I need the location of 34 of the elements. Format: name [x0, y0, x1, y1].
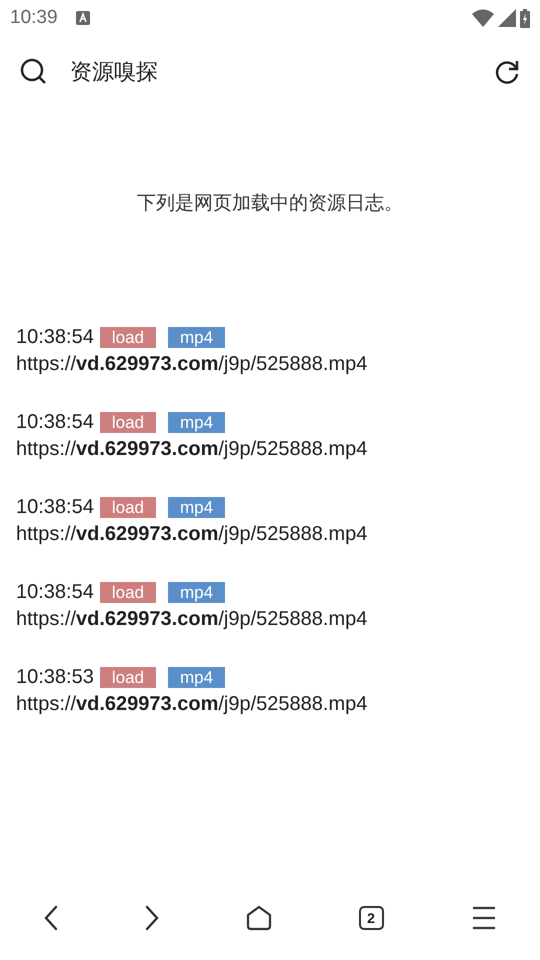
forward-button[interactable]	[144, 905, 158, 931]
battery-icon	[520, 8, 530, 28]
resource-url: https://vd.629973.com/j9p/525888.mp4	[16, 438, 368, 461]
entry-time: 10:38:54	[16, 496, 94, 519]
resource-url: https://vd.629973.com/j9p/525888.mp4	[16, 523, 368, 546]
type-tag: load	[100, 497, 156, 518]
entry-time: 10:38:54	[16, 411, 94, 434]
menu-button[interactable]	[470, 906, 496, 930]
type-tag: mp4	[168, 582, 226, 603]
intro-text: 下列是网页加载中的资源日志。	[136, 191, 404, 216]
wifi-icon	[472, 9, 494, 27]
entry-time: 10:38:54	[16, 581, 94, 604]
type-tag: mp4	[168, 497, 226, 518]
signal-icon	[498, 9, 516, 27]
type-tag: mp4	[168, 667, 226, 688]
resource-url: https://vd.629973.com/j9p/525888.mp4	[16, 608, 368, 631]
type-tag: mp4	[168, 327, 226, 348]
page-title: 资源嗅探	[70, 59, 158, 87]
type-tag: mp4	[168, 412, 226, 433]
status-time: 10:39	[10, 7, 58, 29]
type-tag: load	[100, 327, 156, 348]
back-button[interactable]	[44, 905, 58, 931]
keyboard-icon	[76, 11, 90, 25]
entry-time: 10:38:54	[16, 326, 94, 349]
home-button[interactable]	[246, 905, 272, 931]
tabs-button[interactable]: 2	[358, 906, 384, 930]
resource-url: https://vd.629973.com/j9p/525888.mp4	[16, 353, 368, 376]
type-tag: load	[100, 667, 156, 688]
type-tag: load	[100, 412, 156, 433]
entry-time: 10:38:53	[16, 666, 94, 689]
search-button[interactable]	[20, 58, 48, 86]
resource-url: https://vd.629973.com/j9p/525888.mp4	[16, 693, 368, 716]
type-tag: load	[100, 582, 156, 603]
refresh-button[interactable]	[494, 59, 520, 85]
